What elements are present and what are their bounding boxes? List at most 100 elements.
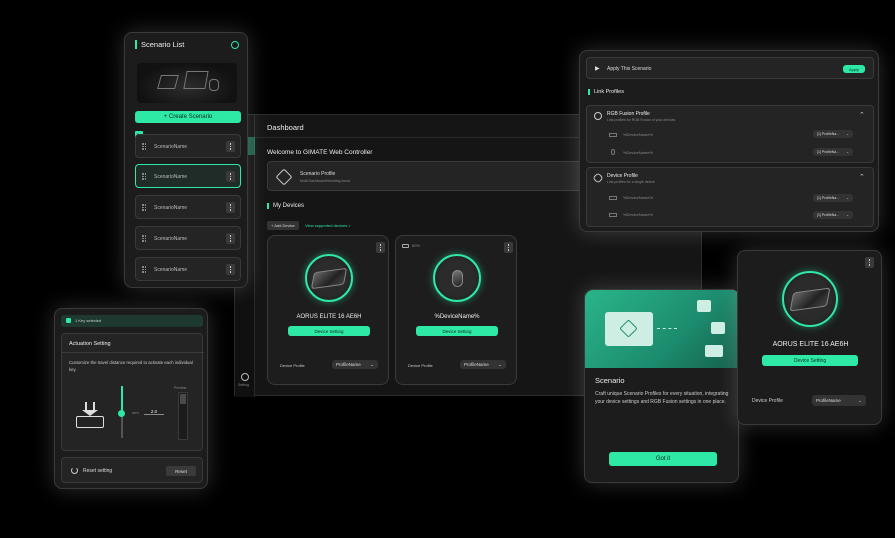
- drag-handle-icon[interactable]: [142, 204, 146, 211]
- device-name: %DeviceName%: [623, 132, 654, 137]
- profile-select-value: [1] ProfileNa...: [817, 196, 840, 200]
- slider-handle[interactable]: [118, 410, 125, 417]
- selection-banner: 1 Key selected: [61, 315, 203, 327]
- actuation-desc: Customize the travel distance required t…: [69, 360, 193, 372]
- list-item[interactable]: ScenarioName: [135, 195, 241, 219]
- scenario-name: ScenarioName: [154, 205, 188, 211]
- device-card[interactable]: AORUS ELITE 16 AE6H Device Setting Devic…: [267, 235, 389, 385]
- actuation-panel: 1 Key selected Actuation Setting Customi…: [54, 308, 208, 489]
- drag-handle-icon[interactable]: [142, 266, 146, 273]
- battery-icon: [402, 244, 409, 248]
- list-item-selected[interactable]: ScenarioName: [135, 164, 241, 188]
- got-it-button[interactable]: Got it: [609, 452, 717, 466]
- actuation-card: Actuation Setting Customize the travel d…: [61, 333, 204, 451]
- intro-illustration: [585, 290, 740, 368]
- drag-handle-icon[interactable]: [142, 143, 146, 150]
- chevron-down-icon: ⌄: [370, 361, 374, 367]
- scenario-profile-card[interactable]: Scenario Profile Multi-Dashboard/Handlin…: [267, 161, 597, 191]
- keycap-icon: [76, 402, 104, 428]
- profile-select-value: [1] ProfileNa...: [817, 213, 840, 217]
- laptop-icon: [310, 267, 348, 289]
- keyboard-icon: [609, 196, 617, 200]
- device-profile-section: Device Profile Link profiles for a singl…: [586, 167, 874, 227]
- device-card[interactable]: 80% %DeviceName% Device Setting Device P…: [395, 235, 517, 385]
- device-image: [782, 271, 838, 327]
- device-detail-card[interactable]: AORUS ELITE 16 AE6H Device Setting Devic…: [737, 250, 882, 425]
- more-options-icon[interactable]: [226, 264, 235, 275]
- my-devices-heading: My Devices: [267, 203, 304, 209]
- scenario-name: ScenarioName: [154, 267, 188, 273]
- apply-bar: ▶ Apply This Scenario Apply: [586, 57, 874, 79]
- scenario-list-panel: Scenario List + Create Scenario ▶ Scenar…: [124, 32, 248, 288]
- profile-select[interactable]: ProfileName ⌄: [812, 395, 866, 406]
- profile-select-value: [1] ProfileNa...: [817, 132, 840, 136]
- settings-icon[interactable]: [231, 41, 239, 49]
- more-options-icon[interactable]: [226, 233, 235, 244]
- profile-select[interactable]: [1] ProfileNa... ⌄: [813, 148, 853, 156]
- reset-button[interactable]: Reset: [166, 466, 196, 476]
- laptop-icon: [789, 287, 831, 311]
- more-options-icon[interactable]: [376, 242, 385, 253]
- rgb-title: RGB Fusion Profile: [607, 111, 650, 117]
- welcome-text: Welcome to GIMATE Web Controller: [267, 149, 373, 156]
- device-profile-label: Device Profile: [408, 363, 433, 368]
- battery-level: 80%: [412, 243, 421, 248]
- mouse-icon: [451, 269, 463, 287]
- scenario-name: ScenarioName: [154, 144, 188, 150]
- device-profile-label: Device Profile: [752, 398, 783, 404]
- device-setting-button[interactable]: Device Setting: [288, 326, 370, 336]
- rail-active-indicator: [247, 137, 255, 155]
- chevron-up-icon[interactable]: ⌃: [859, 111, 865, 119]
- setting-label: Setting: [238, 383, 249, 387]
- link-profiles-heading: Link Profiles: [588, 89, 624, 95]
- scenario-name: ScenarioName: [154, 236, 188, 242]
- drag-handle-icon[interactable]: [142, 173, 146, 180]
- scenario-list-title: Scenario List: [135, 40, 184, 49]
- gear-icon[interactable]: [241, 373, 249, 381]
- list-item[interactable]: ScenarioName: [135, 226, 241, 250]
- play-icon: ▶: [595, 66, 600, 72]
- supported-devices-link[interactable]: View supported devices >: [305, 223, 351, 228]
- actuation-slider[interactable]: [118, 386, 125, 438]
- device-name: %DeviceName%: [623, 212, 654, 217]
- profile-select[interactable]: ProfileName ⌄: [332, 360, 378, 369]
- chevron-down-icon: ⌄: [498, 361, 502, 367]
- apply-text: Apply This Scenario: [607, 66, 652, 72]
- more-options-icon[interactable]: [226, 171, 235, 182]
- reset-icon: [71, 467, 78, 474]
- list-item[interactable]: ScenarioName: [135, 257, 241, 281]
- profile-select[interactable]: [1] ProfileNa... ⌄: [813, 130, 853, 138]
- create-scenario-button[interactable]: + Create Scenario: [135, 111, 241, 123]
- chevron-down-icon: ⌄: [846, 132, 849, 136]
- mouse-icon: [611, 149, 615, 155]
- cube-icon: [275, 168, 293, 186]
- dashboard-title: Dashboard: [267, 123, 304, 132]
- profile-select[interactable]: ProfileName ⌄: [460, 360, 506, 369]
- mm-input[interactable]: 2.0: [144, 409, 164, 415]
- more-options-icon[interactable]: [865, 257, 874, 268]
- chevron-down-icon: ⌄: [846, 150, 849, 154]
- reset-card: Reset setting Reset: [61, 457, 203, 483]
- more-options-icon[interactable]: [226, 141, 235, 152]
- rgb-sub: Link profiles for RGB Fusion of your dev…: [607, 118, 676, 122]
- drag-handle-icon[interactable]: [142, 235, 146, 242]
- chevron-up-icon[interactable]: ⌃: [859, 173, 865, 181]
- keyboard-icon: [705, 345, 723, 357]
- mm-label: mm: [132, 410, 139, 415]
- device-name: %DeviceName%: [623, 150, 654, 155]
- device-setting-button[interactable]: Device Setting: [762, 355, 858, 366]
- keyboard-icon: [609, 213, 617, 217]
- apply-button[interactable]: Apply: [843, 65, 865, 73]
- headset-icon: [209, 79, 219, 91]
- link-profiles-panel: ▶ Apply This Scenario Apply Link Profile…: [579, 50, 879, 232]
- more-options-icon[interactable]: [226, 202, 235, 213]
- add-device-button[interactable]: + Add Device: [267, 221, 299, 230]
- check-icon: [66, 318, 71, 323]
- profile-select[interactable]: [1] ProfileNa... ⌄: [813, 211, 853, 219]
- profile-select[interactable]: [1] ProfileNa... ⌄: [813, 194, 853, 202]
- list-item[interactable]: ScenarioName: [135, 134, 241, 158]
- profile-select-value: [1] ProfileNa...: [817, 150, 840, 154]
- preview-label: Preview: [174, 386, 187, 390]
- more-options-icon[interactable]: [504, 242, 513, 253]
- device-setting-button[interactable]: Device Setting: [416, 326, 498, 336]
